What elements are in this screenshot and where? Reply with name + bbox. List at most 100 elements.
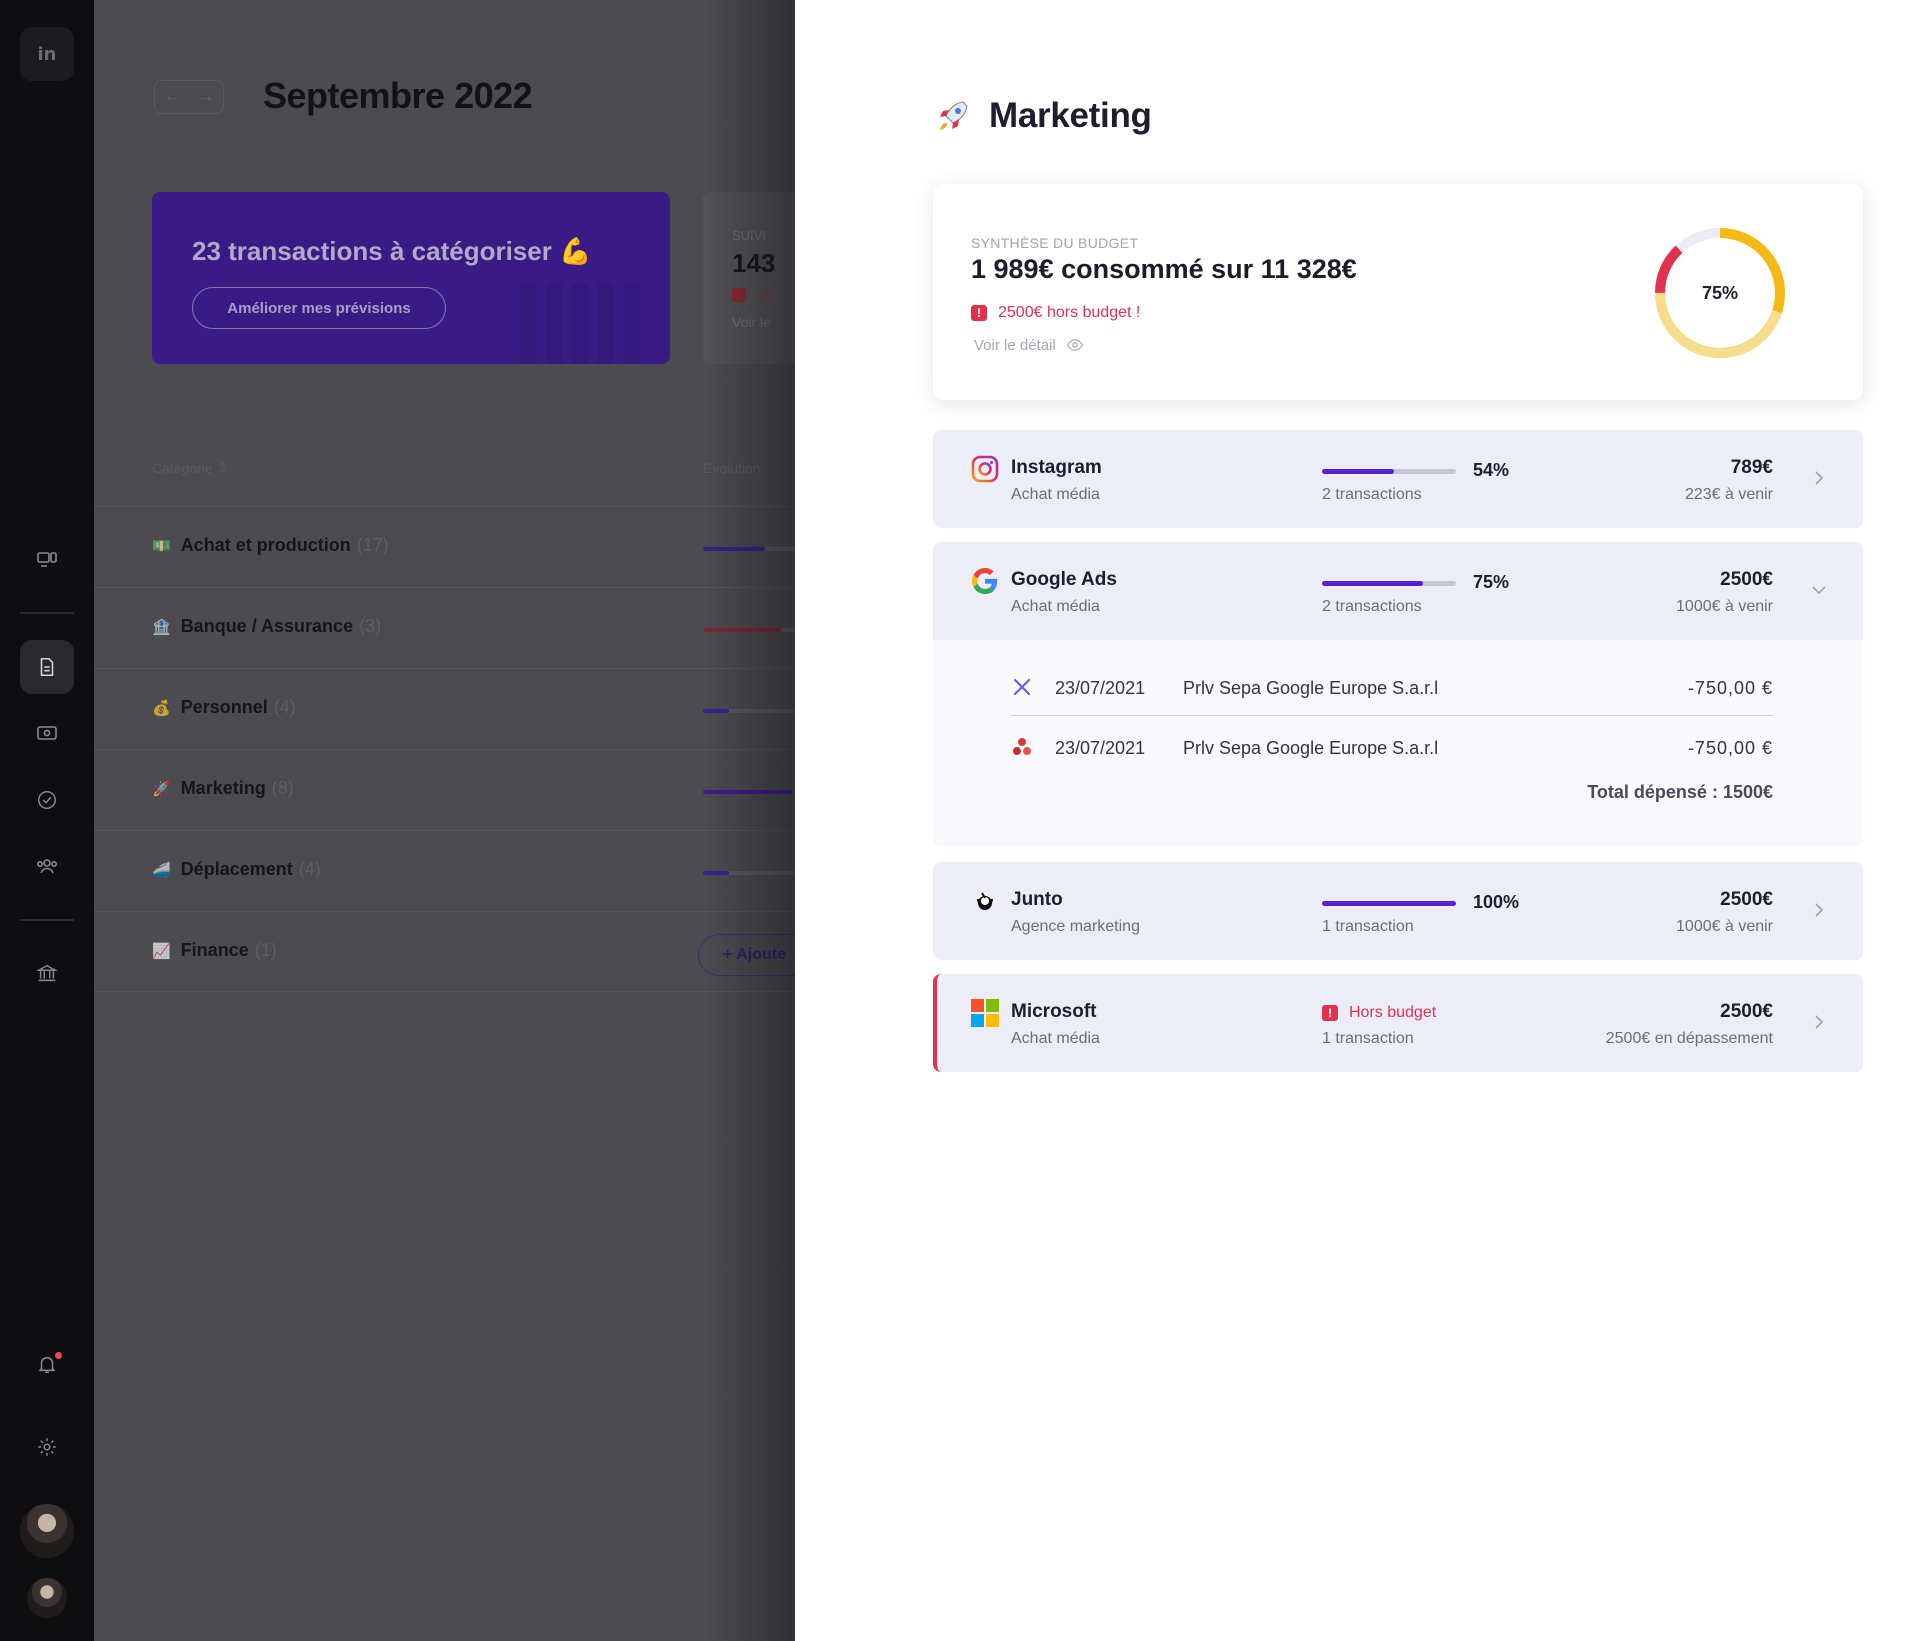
category-amount: 2500€ [1720, 569, 1773, 590]
bg-progress-bar [703, 790, 795, 794]
bg-category-name: 🏦 Banque / Assurance (3) [152, 616, 382, 636]
category-type: Agence marketing [1011, 918, 1140, 935]
transaction-label: Prlv Sepa Google Europe S.a.r.l [1183, 738, 1439, 758]
progress-bar [1322, 581, 1456, 586]
add-budget-button[interactable]: + Ajoute [698, 934, 795, 976]
bg-category-row[interactable]: 📈 Finance (1) + Ajoute [94, 911, 795, 992]
category-row-junto[interactable]: Junto Agence marketing 100% 1 transactio… [933, 862, 1863, 960]
progress-percent: 100% [1473, 892, 1520, 912]
bg-category-name: 💵 Achat et production (17) [152, 535, 389, 555]
category-amount: 2500€ [1720, 1001, 1773, 1022]
chevron-down-icon[interactable] [1809, 580, 1829, 600]
alert-icon: ! [1322, 1005, 1338, 1021]
transaction-date: 23/07/2021 [1055, 738, 1146, 758]
bg-category-row[interactable]: 💰 Personnel (4) [94, 668, 795, 749]
suivi-label: SUIVI [732, 228, 766, 243]
gear-icon[interactable] [20, 1420, 74, 1474]
category-name: Microsoft [1011, 1001, 1097, 1022]
cash-icon[interactable] [20, 706, 74, 760]
transaction-count: 1 transaction [1322, 1030, 1414, 1047]
eye-icon [1066, 339, 1083, 351]
bell-icon[interactable] [20, 1337, 74, 1391]
panel-header: Marketing [933, 96, 1152, 136]
promo-title: 23 transactions à catégoriser 💪 [192, 236, 592, 266]
category-name: Junto [1011, 889, 1063, 910]
bg-progress-bar [703, 628, 795, 632]
bg-category-name: 📈 Finance (1) [152, 940, 277, 960]
transaction-amount: -750,00 € [1687, 738, 1773, 758]
summary-amount: 1 989€ consommé sur 11 328€ [971, 254, 1357, 284]
summary-label: SYNTHÈSE DU BUDGET [971, 235, 1139, 251]
donut-percent: 75% [1701, 282, 1739, 303]
secondary-avatar[interactable] [27, 1578, 67, 1618]
transaction-row[interactable]: 23/07/2021 Prlv Sepa Google Europe S.a.r… [1011, 658, 1773, 716]
category-name: Instagram [1011, 457, 1102, 478]
category-row-instagram[interactable]: Instagram Achat média 54% 2 transactions… [933, 430, 1863, 528]
bg-category-row[interactable]: 🚀 Marketing (8) [94, 749, 795, 830]
total-spent: Total dépensé : 1500€ [1587, 782, 1773, 802]
month-nav[interactable]: ← → [154, 80, 224, 114]
bg-progress-bar [703, 709, 795, 713]
bg-category-name: 🚄 Déplacement (4) [152, 859, 321, 879]
column-category[interactable]: Catégorie ⇕ [152, 460, 228, 477]
budget-summary-card: SYNTHÈSE DU BUDGET 1 989€ consommé sur 1… [933, 184, 1863, 400]
suivi-value: 143 [732, 248, 776, 278]
transaction-count: 2 transactions [1322, 486, 1422, 503]
user-avatar[interactable] [20, 1504, 74, 1558]
check-circle-icon[interactable] [20, 773, 74, 827]
transaction-label: Prlv Sepa Google Europe S.a.r.l [1183, 678, 1439, 698]
suivi-card: SUIVI 143 33 Voir le [702, 192, 795, 364]
google-ads-transactions: 23/07/2021 Prlv Sepa Google Europe S.a.r… [933, 640, 1863, 846]
app-logo[interactable]: in [20, 27, 74, 81]
category-row-microsoft[interactable]: Microsoft Achat média ! Hors budget 1 tr… [933, 974, 1863, 1072]
category-name: Google Ads [1011, 569, 1117, 590]
background-page: ← → Septembre 2022 23 transactions à cat… [94, 0, 795, 1641]
suivi-alert: 33 [732, 288, 770, 303]
transaction-count: 1 transaction [1322, 918, 1414, 935]
rocket-icon [940, 101, 968, 130]
alert-icon: ! [971, 305, 987, 321]
team-icon[interactable] [20, 839, 74, 893]
document-icon[interactable] [20, 640, 74, 694]
bg-category-row[interactable]: 🚄 Déplacement (4) [94, 830, 795, 911]
bg-category-row[interactable]: 🏦 Banque / Assurance (3) [94, 587, 795, 668]
category-type: Achat média [1011, 486, 1100, 503]
bank-logo-icon [1013, 738, 1031, 755]
chevron-right-icon[interactable] [1809, 1012, 1829, 1032]
category-list: 💵 Achat et production (17) 🏦 Banque / Assura… [94, 506, 795, 992]
promo-card: 23 transactions à catégoriser 💪 Améliore… [152, 192, 670, 364]
bank-icon[interactable] [20, 946, 74, 1000]
bg-category-name: 💰 Personnel (4) [152, 697, 296, 717]
category-remaining: 223€ à venir [1684, 486, 1773, 503]
category-remaining: 2500€ en dépassement [1605, 1030, 1773, 1047]
improve-forecast-button[interactable]: Améliorer mes prévisions [192, 287, 446, 329]
cross-arrows-icon [1013, 678, 1031, 696]
category-detail-panel: Marketing SYNTHÈSE DU BUDGET 1 989€ cons… [795, 0, 1920, 1641]
google-icon [971, 567, 999, 595]
transaction-row[interactable]: 23/07/2021 Prlv Sepa Google Europe S.a.r… [1011, 718, 1773, 776]
suivi-link[interactable]: Voir le [732, 314, 771, 330]
transaction-date: 23/07/2021 [1055, 678, 1146, 698]
chevron-right-icon[interactable] [1809, 468, 1829, 488]
column-evolution: Evolution [703, 460, 761, 476]
bg-progress-bar [703, 871, 795, 875]
over-budget-badge: ! Hors budget [1322, 1004, 1436, 1022]
dashboard-icon[interactable] [20, 533, 74, 587]
see-detail-link[interactable]: Voir le détail [974, 336, 1084, 354]
microsoft-icon [971, 999, 999, 1027]
category-remaining: 1000€ à venir [1676, 598, 1773, 615]
category-type: Achat média [1011, 598, 1100, 615]
category-row-google-ads[interactable]: Google Ads Achat média 75% 2 transaction… [933, 542, 1863, 640]
progress-bar [1322, 901, 1456, 906]
panel-title: Marketing [989, 96, 1152, 135]
instagram-icon [971, 455, 999, 483]
progress-bar [1322, 469, 1456, 474]
next-month-icon[interactable]: → [198, 88, 214, 106]
left-rail: in [0, 0, 94, 1641]
prev-month-icon[interactable]: ← [164, 88, 180, 106]
transaction-amount: -750,00 € [1687, 678, 1773, 698]
category-amount: 789€ [1730, 457, 1773, 478]
chevron-right-icon[interactable] [1809, 900, 1829, 920]
transaction-count: 2 transactions [1322, 598, 1422, 615]
bg-category-row[interactable]: 💵 Achat et production (17) [94, 506, 795, 587]
